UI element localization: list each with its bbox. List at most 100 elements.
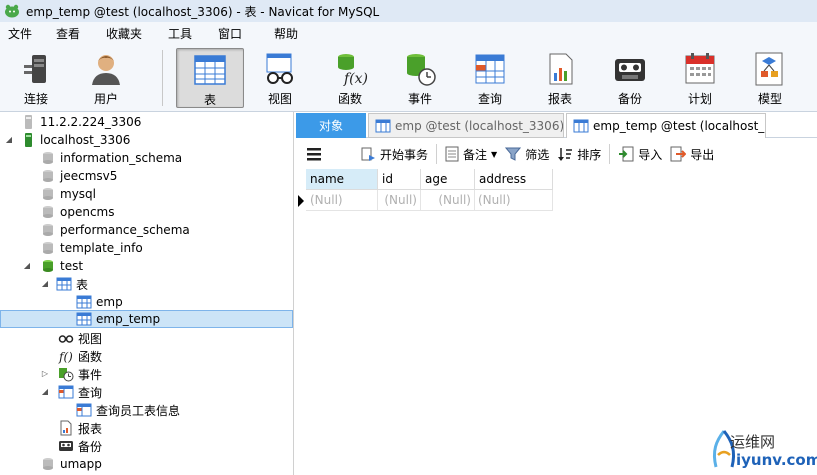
event-clock-icon: [59, 368, 74, 382]
tab-objects[interactable]: 对象: [296, 113, 366, 138]
table-icon: [76, 295, 92, 309]
database-icon: [43, 206, 53, 218]
query-button[interactable]: 查询: [456, 48, 524, 108]
site-watermark: 运维网 iyunv.com: [700, 425, 817, 475]
tree-db-mysql[interactable]: mysql: [0, 185, 293, 203]
menu-window[interactable]: 窗口: [210, 25, 266, 42]
tree-db-umapp[interactable]: umapp: [0, 455, 293, 473]
model-icon: [755, 52, 783, 86]
menu-view[interactable]: 查看: [48, 25, 98, 42]
backup-button[interactable]: 备份: [596, 48, 664, 108]
cell-address[interactable]: (Null): [475, 190, 553, 211]
title-bar: emp_temp @test (localhost_3306) - 表 - Na…: [0, 0, 817, 22]
menu-help[interactable]: 帮助: [266, 25, 316, 42]
tab-emp-temp[interactable]: emp_temp @test (localhost_...: [566, 113, 766, 138]
collapse-arrow-icon[interactable]: ◢: [4, 135, 14, 145]
function-icon: f(x): [338, 54, 368, 87]
cell-id[interactable]: (Null): [378, 190, 421, 211]
tree-group-backups[interactable]: 备份: [0, 437, 293, 455]
menu-tools[interactable]: 工具: [160, 25, 210, 42]
tree-group-reports[interactable]: 报表: [0, 419, 293, 437]
table-icon: [76, 312, 92, 326]
table-button[interactable]: 表: [176, 48, 244, 108]
column-header-address[interactable]: address: [475, 169, 553, 190]
database-icon: [43, 224, 53, 236]
navicat-logo-icon: [5, 4, 19, 18]
tab-emp[interactable]: emp @test (localhost_3306)...: [368, 113, 564, 138]
tree-group-views[interactable]: 视图: [0, 329, 293, 347]
query-icon: [76, 403, 92, 417]
begin-transaction-button[interactable]: 开始事务: [356, 142, 432, 166]
user-icon: [92, 55, 120, 85]
connect-button[interactable]: 连接: [2, 48, 70, 108]
expand-arrow-icon[interactable]: ▷: [40, 369, 50, 379]
import-button[interactable]: 导入: [614, 142, 666, 166]
backup-label: 备份: [617, 92, 642, 106]
model-label: 模型: [757, 92, 782, 106]
view-glasses-icon: [58, 335, 74, 343]
user-button[interactable]: 用户: [72, 48, 140, 108]
watermark-text-cn: 运维网: [730, 433, 776, 451]
column-header-id[interactable]: id: [378, 169, 421, 190]
database-icon: [43, 458, 53, 470]
tree-query-item[interactable]: 查询员工表信息: [0, 401, 293, 419]
report-label: 报表: [547, 92, 572, 106]
table-icon: [194, 55, 226, 85]
tree-group-tables[interactable]: ◢ 表: [0, 275, 293, 293]
tree-group-events[interactable]: ▷ 事件: [0, 365, 293, 383]
event-clock-icon: [407, 54, 436, 86]
note-button[interactable]: 备注 ▼: [441, 142, 501, 166]
event-button[interactable]: 事件: [386, 48, 454, 108]
table-icon: [56, 277, 72, 291]
grid-header: name id age address: [296, 169, 553, 190]
query-icon: [58, 385, 74, 399]
tree-connection-localhost[interactable]: ◢ localhost_3306: [0, 131, 293, 149]
tree-table-emp-temp[interactable]: emp_temp: [0, 310, 293, 328]
view-label: 视图: [267, 92, 292, 106]
table-icon: [573, 119, 589, 133]
tree-db-opencms[interactable]: opencms: [0, 203, 293, 221]
tree-db-template-info[interactable]: template_info: [0, 239, 293, 257]
view-glasses-icon: [266, 53, 293, 84]
tree-connection-remote[interactable]: 11.2.2.224_3306: [0, 113, 293, 131]
column-header-name[interactable]: name: [306, 169, 378, 190]
collapse-arrow-icon[interactable]: ◢: [22, 261, 32, 271]
tree-db-jeecmsv5[interactable]: jeecmsv5: [0, 167, 293, 185]
tree-group-functions[interactable]: f() 函数: [0, 347, 293, 365]
sort-button[interactable]: 排序: [553, 142, 605, 166]
tree-db-information-schema[interactable]: information_schema: [0, 149, 293, 167]
connection-tree: 11.2.2.224_3306 ◢ localhost_3306 informa…: [0, 112, 294, 475]
table-toolbar: 开始事务 备注 ▼ 筛选 排序 导入 导出: [296, 139, 817, 169]
event-label: 事件: [407, 92, 432, 106]
export-button[interactable]: 导出: [666, 142, 718, 166]
model-button[interactable]: 模型: [736, 48, 804, 108]
export-icon: [670, 146, 687, 162]
view-button[interactable]: 视图: [246, 48, 314, 108]
tree-table-emp[interactable]: emp: [0, 293, 293, 311]
report-icon: [60, 420, 72, 436]
table-row[interactable]: (Null) (Null) (Null) (Null): [296, 190, 553, 211]
connection-icon: [25, 115, 32, 129]
column-header-age[interactable]: age: [421, 169, 475, 190]
collapse-arrow-icon[interactable]: ◢: [40, 387, 50, 397]
collapse-arrow-icon[interactable]: ◢: [40, 279, 50, 289]
tree-db-test[interactable]: ◢ test: [0, 257, 293, 275]
tree-group-queries[interactable]: ◢ 查询: [0, 383, 293, 401]
cell-name[interactable]: (Null): [306, 190, 378, 211]
function-button[interactable]: f(x) 函数: [316, 48, 384, 108]
menu-favorites[interactable]: 收藏夹: [98, 25, 160, 42]
tree-db-performance-schema[interactable]: performance_schema: [0, 221, 293, 239]
hamburger-icon: [307, 148, 321, 161]
cell-age[interactable]: (Null): [421, 190, 475, 211]
filter-button[interactable]: 筛选: [501, 142, 553, 166]
schedule-button[interactable]: 计划: [666, 48, 734, 108]
dropdown-arrow-icon[interactable]: ▼: [491, 150, 497, 159]
database-icon: [43, 188, 53, 200]
table-icon: [375, 119, 391, 132]
menu-bar: 文件 查看 收藏夹 工具 窗口 帮助: [0, 22, 817, 44]
user-label: 用户: [93, 92, 118, 106]
menu-file[interactable]: 文件: [0, 25, 48, 42]
hamburger-menu-button[interactable]: [296, 142, 356, 166]
report-button[interactable]: 报表: [526, 48, 594, 108]
toolbar-separator: [162, 50, 163, 106]
